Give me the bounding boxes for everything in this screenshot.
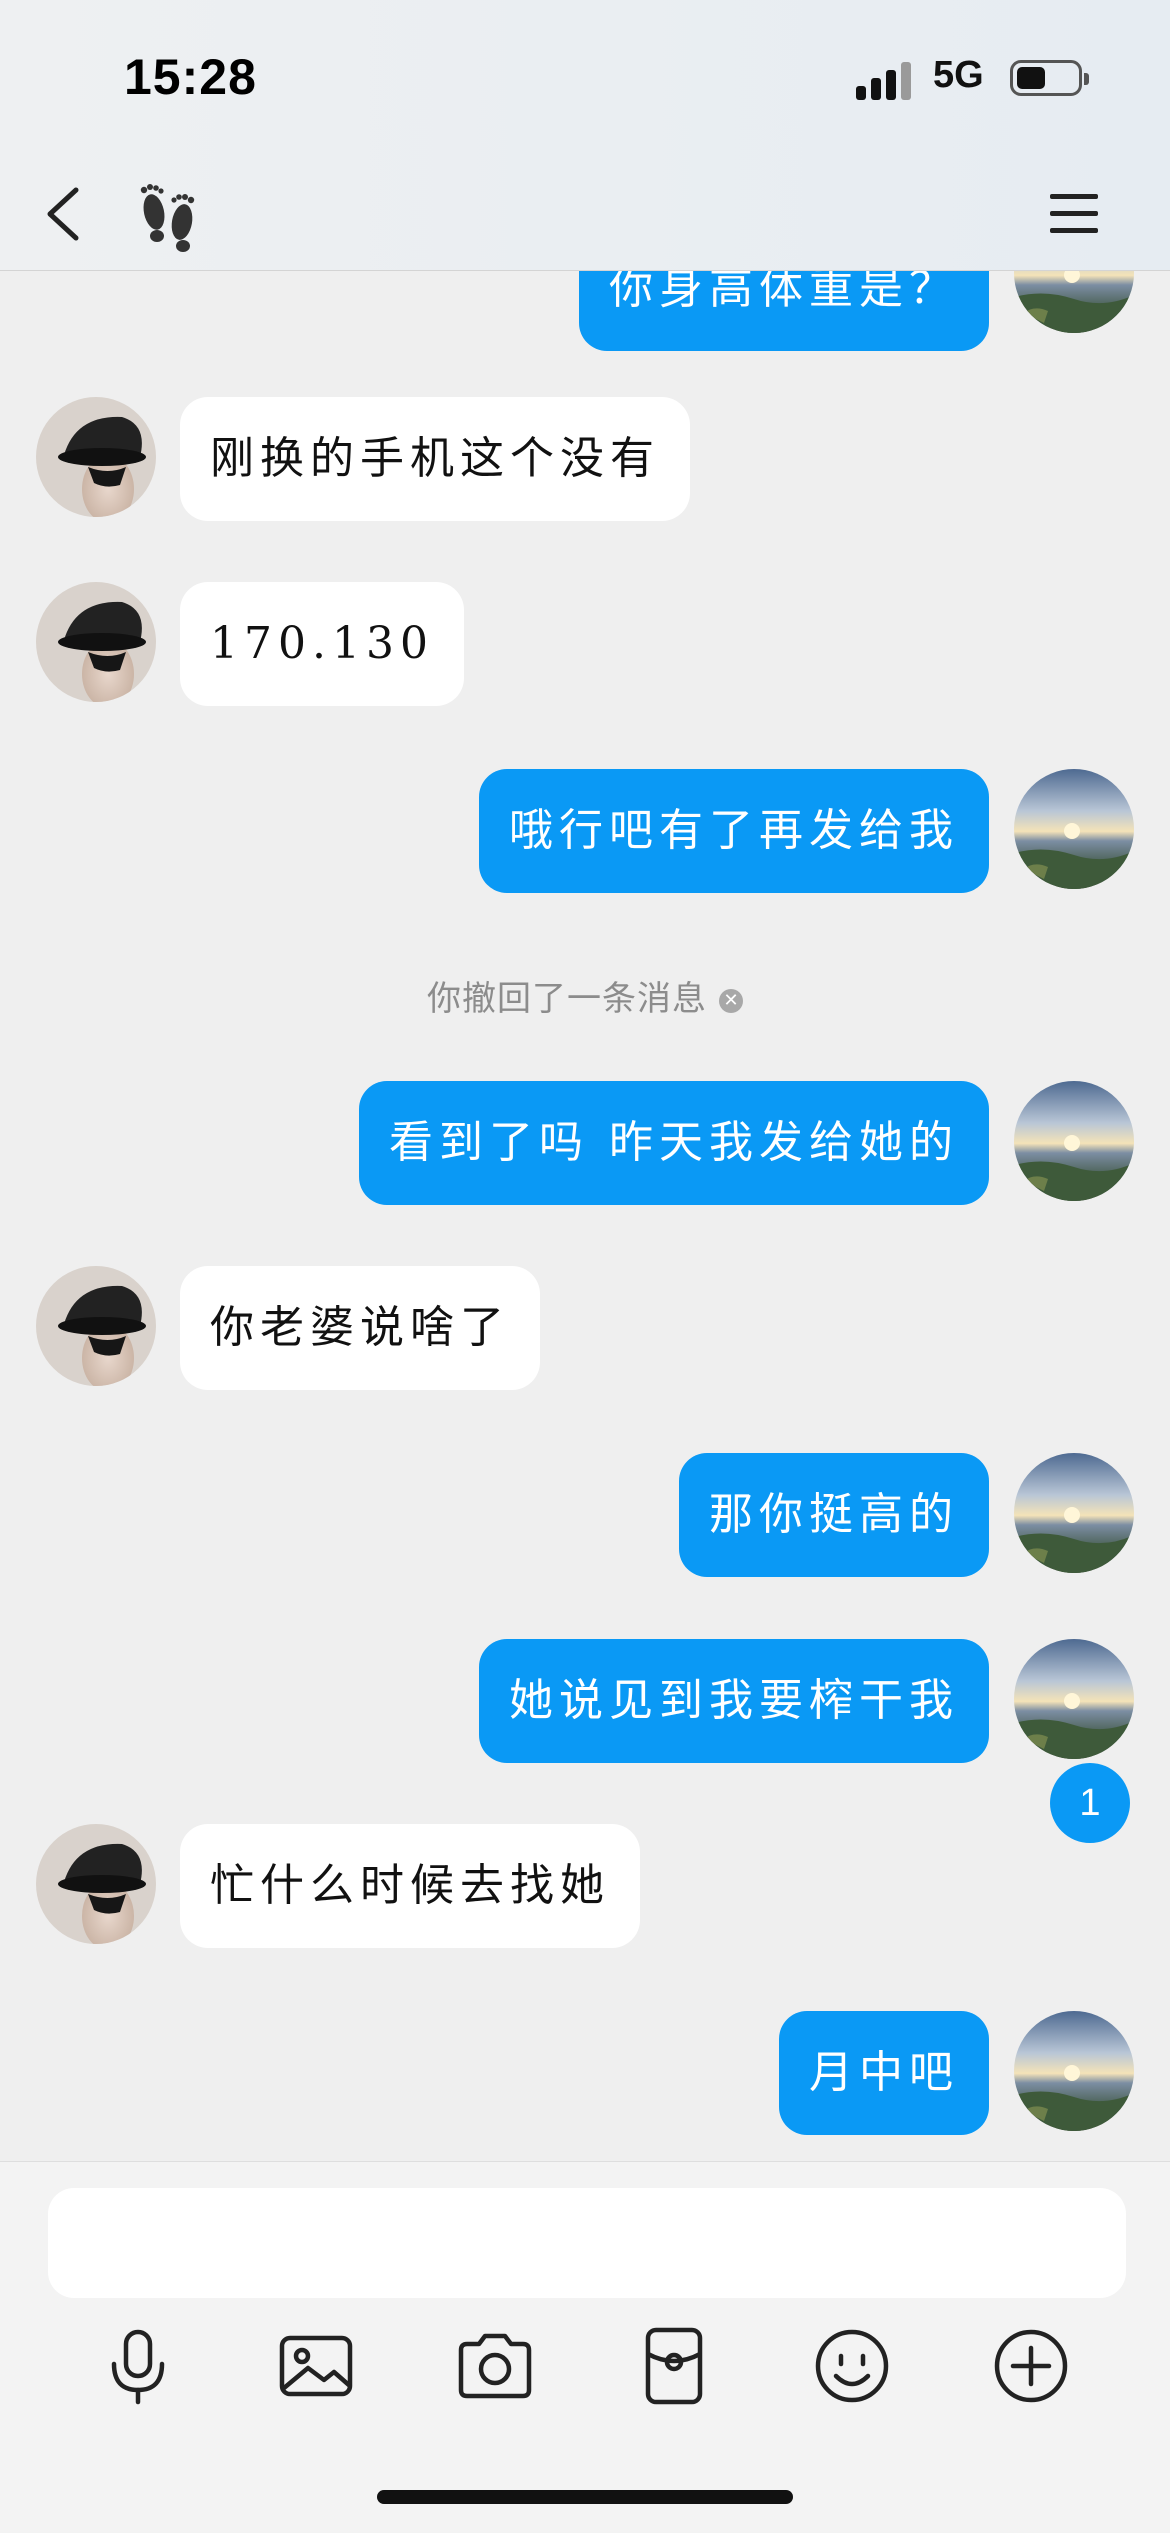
- microphone-icon: [111, 2329, 165, 2405]
- contact-avatar[interactable]: [36, 397, 156, 517]
- back-button[interactable]: [36, 182, 100, 246]
- more-button[interactable]: [983, 2318, 1079, 2414]
- my-avatar[interactable]: [1014, 271, 1134, 333]
- hamburger-menu-icon[interactable]: [1046, 184, 1106, 244]
- message-bubble-incoming[interactable]: 刚换的手机这个没有: [180, 397, 690, 521]
- message-bubble-outgoing[interactable]: 看到了吗 昨天我发给她的: [359, 1081, 989, 1205]
- my-avatar[interactable]: [1014, 1081, 1134, 1201]
- battery-icon: [1010, 60, 1089, 96]
- message-bubble-outgoing[interactable]: 你身高体重是？: [579, 271, 989, 351]
- red-packet-icon: [645, 2327, 703, 2405]
- contact-avatar[interactable]: [36, 1824, 156, 1944]
- message-bubble-outgoing[interactable]: 她说见到我要榨干我: [479, 1639, 989, 1763]
- message-input[interactable]: [48, 2188, 1126, 2298]
- home-indicator[interactable]: [377, 2490, 793, 2504]
- plus-circle-icon: [994, 2329, 1068, 2403]
- status-bar: 15:28 5G: [0, 0, 1170, 160]
- contact-avatar[interactable]: [36, 1266, 156, 1386]
- image-icon: [279, 2335, 353, 2397]
- contact-avatar[interactable]: [36, 582, 156, 702]
- message-bubble-incoming[interactable]: 你老婆说啥了: [180, 1266, 540, 1390]
- recalled-message-notice: 你撤回了一条消息 ✕: [0, 971, 1170, 1020]
- message-bubble-outgoing[interactable]: 哦行吧有了再发给我: [479, 769, 989, 893]
- red-packet-button[interactable]: [626, 2318, 722, 2414]
- cellular-signal-icon: [856, 60, 916, 100]
- message-bubble-incoming[interactable]: 忙什么时候去找她: [180, 1824, 640, 1948]
- system-message-text: 你撤回了一条消息: [427, 979, 707, 1019]
- input-panel: [0, 2161, 1170, 2533]
- network-type: 5G: [933, 54, 984, 96]
- close-icon[interactable]: ✕: [719, 988, 743, 1013]
- unread-count-badge[interactable]: 1: [1050, 1763, 1130, 1843]
- photo-album-button[interactable]: [268, 2318, 364, 2414]
- chat-header: [0, 160, 1170, 271]
- footprints-icon[interactable]: [128, 176, 208, 256]
- my-avatar[interactable]: [1014, 769, 1134, 889]
- emoji-button[interactable]: [804, 2318, 900, 2414]
- message-bubble-incoming[interactable]: 170.130: [180, 582, 464, 706]
- emoji-icon: [815, 2329, 889, 2403]
- camera-button[interactable]: [447, 2318, 543, 2414]
- my-avatar[interactable]: [1014, 1453, 1134, 1573]
- message-bubble-outgoing[interactable]: 月中吧: [779, 2011, 989, 2135]
- camera-icon: [458, 2333, 532, 2399]
- my-avatar[interactable]: [1014, 2011, 1134, 2131]
- voice-button[interactable]: [90, 2318, 186, 2414]
- message-bubble-outgoing[interactable]: 那你挺高的: [679, 1453, 989, 1577]
- chat-message-list[interactable]: 你身高体重是？ 刚换的手机这个没有 170.130 哦行吧有了再发给我 你撤回了…: [0, 271, 1170, 2161]
- status-time: 15:28: [124, 49, 257, 105]
- chevron-left-icon: [47, 187, 79, 241]
- my-avatar[interactable]: [1014, 1639, 1134, 1759]
